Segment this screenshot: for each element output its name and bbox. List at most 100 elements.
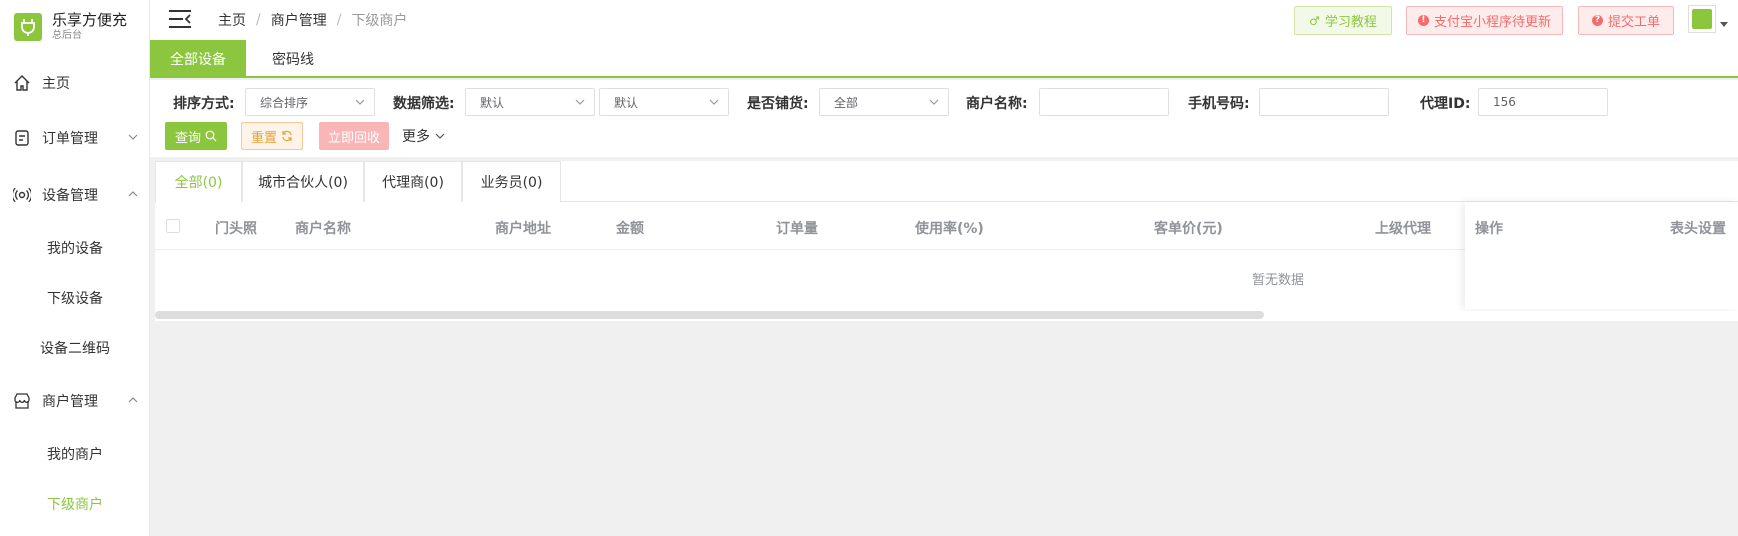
merchant-name-input[interactable]: [1039, 88, 1169, 116]
chevron-down-icon: [929, 99, 939, 105]
more-filters-button[interactable]: 更多: [399, 122, 449, 150]
role-tabs: 全部(0) 城市合伙人(0) 代理商(0) 业务员(0): [155, 161, 1738, 203]
column-header: 门头照: [215, 221, 257, 237]
data-filter-label: 数据筛选:: [393, 96, 455, 112]
brand-logo-icon: [14, 13, 42, 41]
column-header: 使用率(%): [915, 221, 984, 237]
breadcrumb-current: 下级商户: [351, 13, 408, 29]
sidebar-subitem-my-merchants[interactable]: 我的商户: [0, 436, 150, 472]
sidebar-subitem-my-devices[interactable]: 我的设备: [0, 230, 150, 266]
data-filter-value-2: 默认: [614, 95, 639, 110]
submit-ticket-button[interactable]: ? 提交工单: [1578, 6, 1674, 35]
column-header: 商户名称: [295, 221, 351, 237]
breadcrumb-home[interactable]: 主页: [218, 10, 246, 30]
data-filter-value-1: 默认: [480, 95, 505, 110]
alipay-update-button[interactable]: ! 支付宝小程序待更新: [1406, 6, 1563, 35]
horizontal-scrollbar[interactable]: [155, 311, 1264, 319]
tab-agent[interactable]: 代理商(0): [364, 161, 462, 202]
column-header: 上级代理: [1375, 221, 1431, 237]
agent-id-input[interactable]: 156: [1478, 88, 1608, 116]
learn-tutorial-button[interactable]: ♂ 学习教程: [1294, 6, 1392, 35]
device-icon: [12, 185, 32, 205]
tab-salesperson[interactable]: 业务员(0): [462, 161, 561, 202]
order-icon: [12, 128, 32, 148]
column-header: 商户地址: [495, 221, 551, 237]
brand-title: 乐享方便充: [52, 11, 128, 29]
avatar-logo-icon: [1692, 9, 1712, 29]
breadcrumb-merchant-management[interactable]: 商户管理: [271, 10, 327, 30]
column-header: 订单量: [776, 221, 818, 237]
tab-all[interactable]: 全部(0): [155, 161, 242, 203]
sidebar-item-label: 主页: [42, 76, 70, 92]
query-button[interactable]: 查询: [165, 122, 227, 150]
alert-icon: ?: [1591, 15, 1603, 26]
sort-label: 排序方式:: [173, 96, 235, 112]
phone-input[interactable]: [1259, 88, 1389, 116]
male-symbol-icon: ♂: [1309, 13, 1320, 28]
column-header: 金额: [616, 221, 644, 237]
sidebar-item-devices[interactable]: 设备管理: [0, 175, 150, 215]
submit-ticket-label: 提交工单: [1607, 15, 1660, 30]
home-icon: [12, 73, 32, 93]
merchant-name-label: 商户名称:: [966, 96, 1028, 112]
phone-label: 手机号码:: [1188, 96, 1250, 112]
breadcrumb-separator: /: [256, 12, 261, 28]
alert-icon: !: [1417, 15, 1429, 26]
caret-down-icon[interactable]: [1720, 22, 1728, 27]
sidebar-item-label: 商户管理: [42, 394, 98, 410]
alipay-update-label: 支付宝小程序待更新: [1433, 15, 1551, 30]
agent-id-label: 代理ID:: [1420, 96, 1471, 112]
brand-subtitle: 总后台: [52, 30, 82, 41]
sidebar-item-label: 设备管理: [42, 188, 98, 204]
page-tabs: 全部设备 密码线: [150, 40, 1738, 78]
sidebar-subitem-sub-merchants[interactable]: 下级商户: [0, 486, 150, 522]
sidebar: 乐享方便充 总后台 主页 订单管理 设备管理 我的设备 下级设备 设备二维码 商…: [0, 0, 150, 536]
fixed-actions-column: 操作 表头设置: [1465, 202, 1738, 309]
tab-all-devices[interactable]: 全部设备: [150, 40, 246, 77]
menu-toggle-icon[interactable]: [168, 9, 192, 29]
chevron-down-icon: [435, 133, 445, 139]
filter-panel: 排序方式: 综合排序 数据筛选: 默认 默认 是否铺货: 全部 商户名称: 手机…: [150, 80, 1738, 157]
sidebar-subitem-sub-devices[interactable]: 下级设备: [0, 280, 150, 316]
data-filter-select-1[interactable]: 默认: [465, 88, 595, 116]
breadcrumb-separator: /: [336, 12, 342, 28]
sidebar-subitem-device-qrcode[interactable]: 设备二维码: [0, 330, 150, 366]
refresh-icon: [282, 130, 292, 142]
stock-select-value: 全部: [834, 95, 859, 110]
sort-select[interactable]: 综合排序: [245, 88, 375, 116]
recycle-now-button[interactable]: 立即回收: [319, 122, 389, 150]
sidebar-item-merchants[interactable]: 商户管理: [0, 381, 150, 421]
chevron-up-icon: [128, 191, 138, 197]
reset-label: 重置: [250, 130, 277, 146]
select-all-checkbox[interactable]: [166, 219, 180, 233]
search-icon: [205, 130, 217, 142]
data-filter-select-2[interactable]: 默认: [599, 88, 729, 116]
empty-state: 暂无数据: [1252, 273, 1305, 288]
learn-tutorial-label: 学习教程: [1324, 15, 1377, 30]
reset-button[interactable]: 重置: [241, 122, 303, 150]
brand: 乐享方便充 总后台: [0, 0, 149, 54]
merchant-table-panel: 全部(0) 城市合伙人(0) 代理商(0) 业务员(0) 门头照 商户名称 商户…: [155, 161, 1738, 321]
sort-select-value: 综合排序: [260, 95, 309, 110]
chevron-down-icon: [128, 134, 138, 140]
sidebar-item-label: 订单管理: [42, 131, 98, 147]
chevron-up-icon: [128, 397, 138, 403]
store-icon: [12, 391, 32, 411]
table-header-settings[interactable]: 表头设置: [1670, 218, 1726, 238]
stock-label: 是否铺货:: [747, 96, 809, 112]
chevron-down-icon: [709, 99, 719, 105]
sidebar-item-home[interactable]: 主页: [0, 63, 150, 103]
topbar: 主页 / 商户管理 / 下级商户 ♂ 学习教程 ! 支付宝小程序待更新 ? 提交…: [150, 0, 1738, 40]
tab-password-line[interactable]: 密码线: [246, 40, 340, 77]
column-header: 客单价(元): [1154, 221, 1223, 237]
tab-city-partner[interactable]: 城市合伙人(0): [242, 161, 364, 202]
chevron-down-icon: [355, 99, 365, 105]
chevron-down-icon: [575, 99, 585, 105]
column-header: 操作: [1475, 221, 1503, 237]
more-label: 更多: [402, 129, 430, 145]
breadcrumb: 主页 / 商户管理 / 下级商户: [218, 10, 407, 30]
query-label: 查询: [174, 130, 201, 146]
stock-select[interactable]: 全部: [819, 88, 949, 116]
avatar[interactable]: [1688, 5, 1716, 33]
sidebar-item-orders[interactable]: 订单管理: [0, 118, 150, 158]
